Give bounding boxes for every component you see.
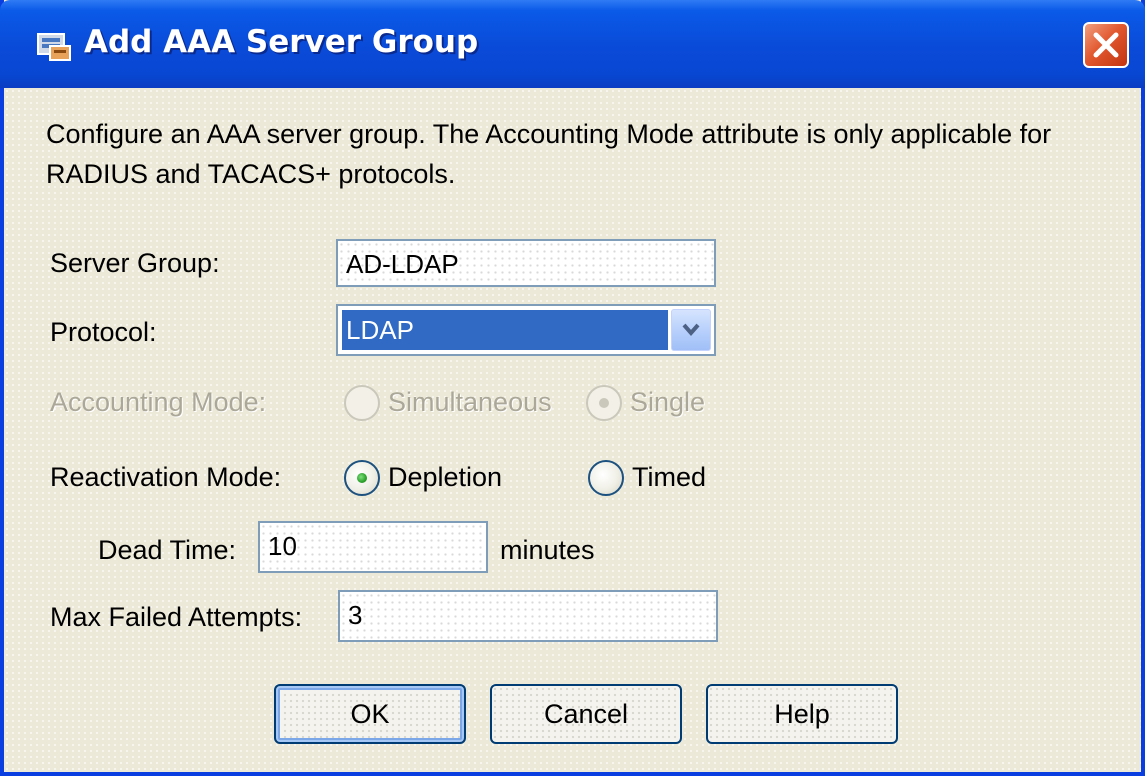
accounting-mode-label: Accounting Mode:	[50, 387, 267, 417]
cancel-button[interactable]: Cancel	[490, 684, 682, 744]
dialog-description: Configure an AAA server group. The Accou…	[46, 119, 1052, 189]
accounting-simultaneous-label: Simultaneous	[388, 387, 552, 417]
close-button[interactable]	[1083, 22, 1129, 68]
server-group-label: Server Group:	[50, 248, 220, 278]
max-failed-attempts-label: Max Failed Attempts:	[50, 602, 303, 632]
server-group-input[interactable]: AD-LDAP	[336, 239, 716, 287]
help-button[interactable]: Help	[706, 684, 898, 744]
accounting-single-radio	[586, 385, 622, 421]
aaa-server-icon	[37, 33, 71, 61]
dialog-body: Configure an AAA server group. The Accou…	[4, 88, 1141, 772]
dead-time-input[interactable]: 10	[258, 521, 488, 573]
dead-time-unit: minutes	[500, 535, 595, 565]
dialog-title: Add AAA Server Group	[84, 24, 479, 60]
reactivation-timed-label[interactable]: Timed	[632, 462, 706, 493]
ok-button[interactable]: OK	[274, 684, 466, 744]
reactivation-mode-label: Reactivation Mode:	[50, 462, 282, 492]
close-icon	[1093, 32, 1119, 58]
protocol-selected-value: LDAP	[342, 310, 668, 350]
radio-selected-dot	[599, 398, 609, 408]
add-aaa-server-group-dialog: Add AAA Server Group Configure an AAA se…	[0, 0, 1145, 776]
protocol-select[interactable]: LDAP	[336, 304, 716, 356]
accounting-single-label: Single	[630, 387, 706, 417]
dead-time-label: Dead Time:	[98, 535, 237, 565]
protocol-dropdown-button[interactable]	[671, 309, 711, 351]
accounting-simultaneous-radio	[344, 385, 380, 421]
title-bar[interactable]: Add AAA Server Group	[0, 0, 1145, 88]
reactivation-timed-radio[interactable]	[588, 460, 624, 496]
radio-selected-dot	[357, 473, 367, 483]
reactivation-depletion-radio[interactable]	[344, 460, 380, 496]
chevron-down-icon	[682, 323, 700, 337]
reactivation-depletion-label[interactable]: Depletion	[388, 462, 502, 493]
protocol-label: Protocol:	[50, 317, 157, 347]
max-failed-attempts-input[interactable]: 3	[338, 590, 718, 642]
